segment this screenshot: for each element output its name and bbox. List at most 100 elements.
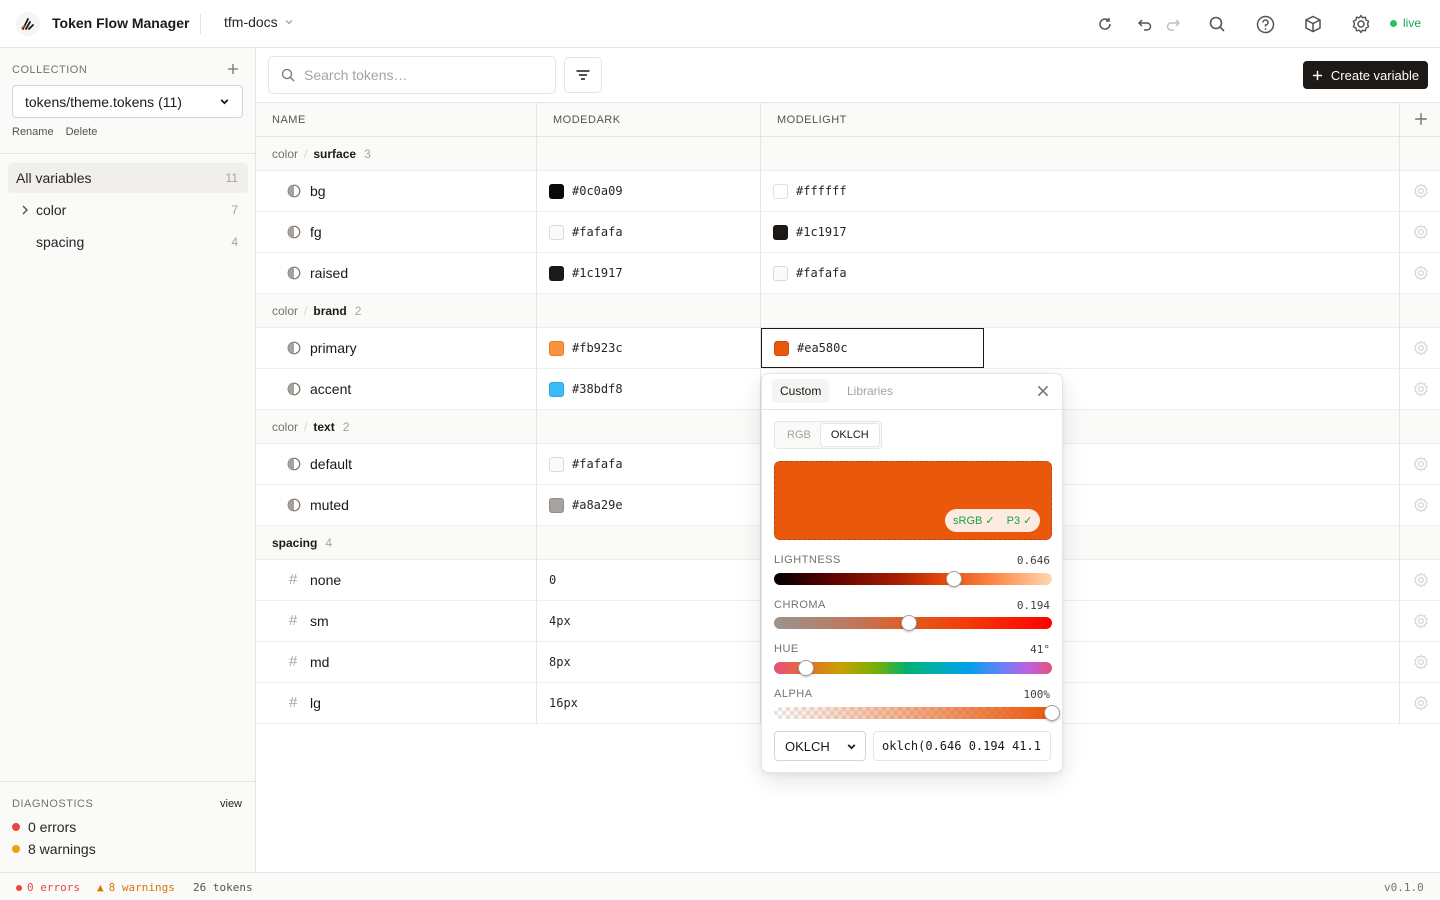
group-count: 2 [342, 419, 350, 434]
create-variable-button[interactable]: Create variable [1303, 61, 1428, 89]
cell-modedark[interactable]: #0c0a09 [549, 171, 623, 211]
cell-modedark[interactable]: #38bdf8 [549, 369, 623, 409]
tab-libraries[interactable]: Libraries [839, 379, 901, 403]
color-value-input[interactable]: oklch(0.646 0.194 41.1 [873, 731, 1051, 761]
diagnostics-warnings[interactable]: 8 warnings [12, 841, 96, 857]
gear-icon[interactable] [1413, 224, 1429, 240]
errors-label: 0 errors [28, 819, 77, 835]
color-swatch [549, 340, 564, 356]
filter-button[interactable] [564, 57, 602, 93]
search-icon[interactable] [1205, 12, 1229, 36]
table-row[interactable]: fg #fafafa #1c1917 [256, 212, 1440, 253]
search-box[interactable] [268, 56, 556, 94]
lightness-slider[interactable] [774, 571, 1052, 587]
cell-modedark[interactable]: 16px [549, 683, 578, 723]
plus-icon [1415, 113, 1427, 125]
add-collection-button[interactable] [226, 62, 240, 76]
group-count: 2 [354, 303, 362, 318]
group-header-brand[interactable]: color / brand 2 [256, 294, 1440, 328]
column-header-name[interactable]: NAME [272, 114, 306, 126]
gear-icon[interactable] [1413, 613, 1429, 629]
package-icon[interactable] [1301, 12, 1325, 36]
cell-modedark[interactable]: #a8a29e [549, 485, 623, 525]
app-title: Token Flow Manager [52, 15, 190, 31]
cell-value: #0c0a09 [572, 184, 623, 198]
group-name: text [313, 419, 335, 434]
table-row[interactable]: bg #0c0a09 #ffffff [256, 171, 1440, 212]
color-swatch [773, 265, 788, 281]
add-mode-button[interactable] [1412, 110, 1430, 128]
warnings-label: 8 warnings [28, 841, 96, 857]
search-input[interactable] [304, 67, 534, 83]
tab-custom[interactable]: Custom [772, 379, 830, 403]
sidebar-item-all-variables[interactable]: All variables 11 [8, 163, 248, 193]
status-warnings[interactable]: ▲ 8 warnings [97, 881, 175, 894]
gear-icon[interactable] [1413, 497, 1429, 513]
group-parent: color [272, 303, 299, 318]
slider-thumb[interactable] [900, 615, 917, 631]
create-variable-label: Create variable [1330, 67, 1420, 83]
variable-name: md [310, 654, 330, 670]
slider-thumb[interactable] [797, 660, 814, 676]
hue-slider[interactable] [774, 660, 1052, 676]
gear-icon[interactable] [1413, 265, 1429, 281]
mode-oklch[interactable]: OKLCH [820, 424, 879, 446]
collection-select[interactable]: tokens/theme.tokens (11) [12, 85, 243, 118]
group-header-surface[interactable]: color / surface 3 [256, 137, 1440, 171]
status-tokens: 26 tokens [193, 881, 253, 894]
sidebar-item-color[interactable]: color 7 [8, 195, 248, 225]
diagnostics-errors[interactable]: 0 errors [12, 819, 76, 835]
cell-modedark[interactable]: 8px [549, 642, 571, 682]
gear-icon[interactable] [1413, 572, 1429, 588]
column-header-modedark[interactable]: MODEDARK [553, 114, 621, 126]
refresh-icon[interactable] [1093, 12, 1117, 36]
sidebar-item-count: 7 [231, 203, 238, 217]
alpha-slider[interactable] [774, 705, 1060, 721]
table-row[interactable]: raised #1c1917 #fafafa [256, 253, 1440, 294]
gear-icon[interactable] [1349, 12, 1373, 36]
rename-button[interactable]: Rename [12, 126, 54, 138]
undo-icon[interactable] [1133, 12, 1157, 36]
variable-name: sm [310, 613, 329, 629]
diagnostics-view-link[interactable]: view [220, 798, 242, 810]
cell-modelight[interactable]: #1c1917 [773, 212, 847, 252]
mode-rgb[interactable]: RGB [777, 424, 821, 446]
cell-modedark[interactable]: 4px [549, 601, 571, 641]
sidebar-item-label: spacing [36, 234, 85, 250]
gear-icon[interactable] [1413, 340, 1429, 356]
gear-icon[interactable] [1413, 456, 1429, 472]
cell-modelight[interactable]: #ffffff [773, 171, 847, 211]
redo-icon[interactable] [1161, 12, 1185, 36]
sidebar-item-spacing[interactable]: spacing 4 [8, 227, 248, 257]
status-warnings-label: 8 warnings [108, 881, 175, 894]
slider-thumb[interactable] [945, 571, 962, 587]
diagnostics-label: DIAGNOSTICS [12, 798, 94, 810]
variable-name: default [310, 456, 353, 472]
gear-icon[interactable] [1413, 183, 1429, 199]
cell-modedark[interactable]: #fafafa [549, 444, 623, 484]
top-bar: Token Flow Manager tfm-docs live [0, 0, 1440, 48]
close-icon[interactable] [1036, 384, 1050, 398]
help-icon[interactable] [1253, 12, 1277, 36]
cell-modelight[interactable]: #fafafa [773, 253, 847, 293]
chevron-right-icon[interactable] [20, 204, 30, 216]
project-switcher[interactable]: tfm-docs [224, 14, 294, 30]
cell-modedark[interactable]: 0 [549, 560, 556, 600]
gear-icon[interactable] [1413, 695, 1429, 711]
slider-thumb[interactable] [1044, 705, 1060, 721]
delete-button[interactable]: Delete [66, 126, 98, 138]
color-swatch [549, 381, 564, 397]
cell-modedark[interactable]: #fb923c [549, 328, 623, 368]
cell-modedark[interactable]: #1c1917 [549, 253, 623, 293]
selected-cell-primary-light[interactable]: #ea580c [761, 328, 984, 368]
column-header-modelight[interactable]: MODELIGHT [777, 114, 847, 126]
live-label: live [1403, 16, 1422, 30]
gear-icon[interactable] [1413, 381, 1429, 397]
cell-modedark[interactable]: #fafafa [549, 212, 623, 252]
format-select[interactable]: OKLCH [774, 731, 866, 761]
chroma-slider[interactable] [774, 615, 1052, 631]
color-swatch [773, 183, 788, 199]
gear-icon[interactable] [1413, 654, 1429, 670]
status-errors[interactable]: 0 errors [16, 881, 80, 894]
color-token-icon [287, 457, 301, 471]
